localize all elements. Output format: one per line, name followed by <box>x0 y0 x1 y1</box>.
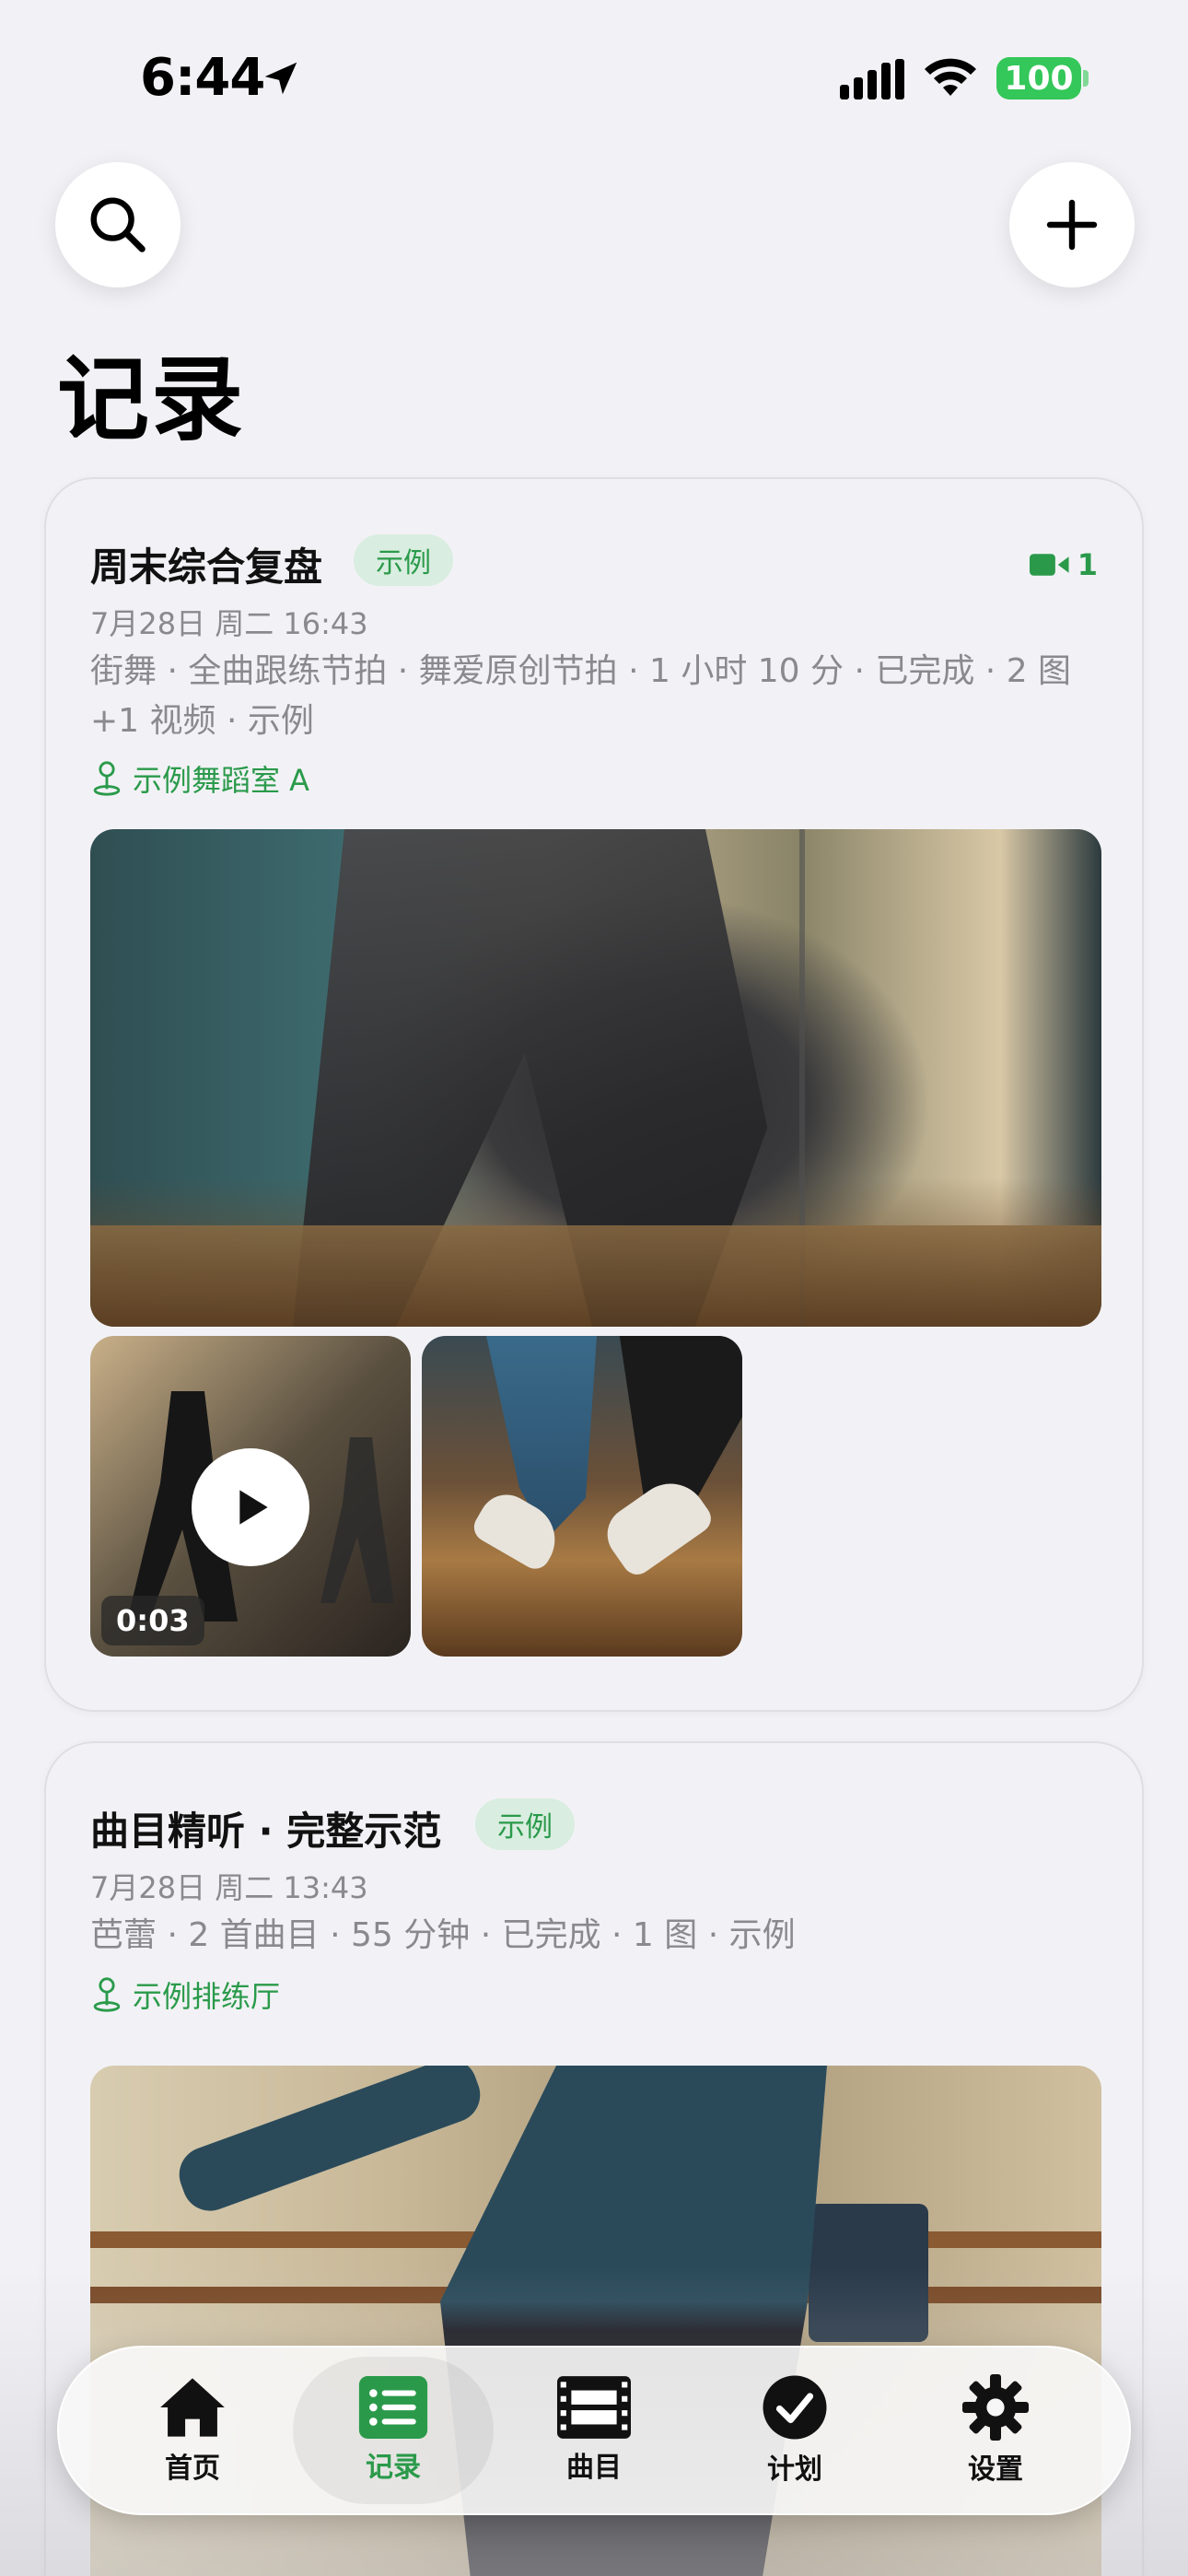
search-icon <box>90 197 146 252</box>
record-date: 7月28日 周二 16:43 <box>90 606 368 641</box>
location-label: 示例舞蹈室 A <box>133 763 310 798</box>
record-video-thumbnail[interactable]: 0:03 <box>90 1336 411 1657</box>
checkmark-circle-icon <box>763 2375 827 2440</box>
tab-records[interactable]: 记录 <box>293 2357 494 2504</box>
record-title: 曲目精听 · 完整示范 <box>90 1809 442 1854</box>
tab-label: 计划 <box>767 2453 822 2486</box>
record-title: 周末综合复盘 <box>90 544 323 590</box>
location-label: 示例排练厅 <box>133 1979 281 2014</box>
photo-detail <box>90 1225 1101 1327</box>
status-bar: 6:44 100 <box>0 0 1188 157</box>
sample-tag: 示例 <box>354 534 453 586</box>
tab-settings[interactable]: 设置 <box>895 2357 1096 2504</box>
play-icon <box>239 1490 268 1525</box>
tab-label: 记录 <box>366 2452 421 2484</box>
location-arrow-icon <box>264 62 297 95</box>
record-summary: 芭蕾 · 2 首曲目 · 55 分钟 · 已完成 · 1 图 · 示例 <box>90 1916 796 1954</box>
record-photo-main[interactable] <box>90 829 1101 1327</box>
film-icon <box>557 2376 631 2439</box>
video-count: 1 <box>1029 547 1098 582</box>
photo-detail <box>320 1437 394 1603</box>
tab-home[interactable]: 首页 <box>92 2357 293 2504</box>
cellular-signal-icon <box>840 59 904 100</box>
list-icon <box>358 2376 428 2439</box>
house-icon <box>160 2378 225 2437</box>
sample-tag: 示例 <box>475 1798 575 1850</box>
location-pin-icon <box>93 1977 121 2012</box>
tab-bar: 首页 记录 曲目 计划 设置 <box>57 2346 1131 2515</box>
location-pin-icon <box>93 761 121 796</box>
wifi-icon <box>925 58 976 96</box>
record-location: 示例排练厅 <box>90 1973 280 2016</box>
record-summary: 街舞 · 全曲跟练节拍 · 舞爱原创节拍 · 1 小时 10 分 · 已完成 ·… <box>90 652 1072 740</box>
gear-icon <box>962 2374 1029 2441</box>
video-camera-icon <box>1029 554 1069 576</box>
battery-indicator: 100 <box>996 57 1081 100</box>
add-record-button[interactable] <box>1009 162 1135 287</box>
video-count-value: 1 <box>1077 547 1098 582</box>
tab-plan[interactable]: 计划 <box>694 2357 895 2504</box>
record-date: 7月28日 周二 13:43 <box>90 1870 368 1905</box>
status-time: 6:44 <box>140 48 265 108</box>
record-card[interactable]: 周末综合复盘 示例 1 7月28日 周二 16:43 街舞 · 全曲跟练节拍 ·… <box>44 477 1144 1712</box>
tab-label: 首页 <box>165 2453 220 2485</box>
video-duration: 0:03 <box>101 1596 204 1645</box>
record-location: 示例舞蹈室 A <box>90 757 309 800</box>
battery-tip <box>1083 70 1089 87</box>
tab-label: 曲目 <box>566 2452 622 2484</box>
search-button[interactable] <box>55 162 181 287</box>
photo-detail <box>171 2066 488 2219</box>
battery-level: 100 <box>1004 59 1074 98</box>
play-button[interactable] <box>192 1448 309 1566</box>
tab-label: 设置 <box>968 2453 1023 2486</box>
page-title: 记录 <box>57 345 245 453</box>
tab-tracks[interactable]: 曲目 <box>494 2357 694 2504</box>
plus-icon <box>1046 199 1098 251</box>
record-photo-thumbnail[interactable] <box>422 1336 742 1657</box>
